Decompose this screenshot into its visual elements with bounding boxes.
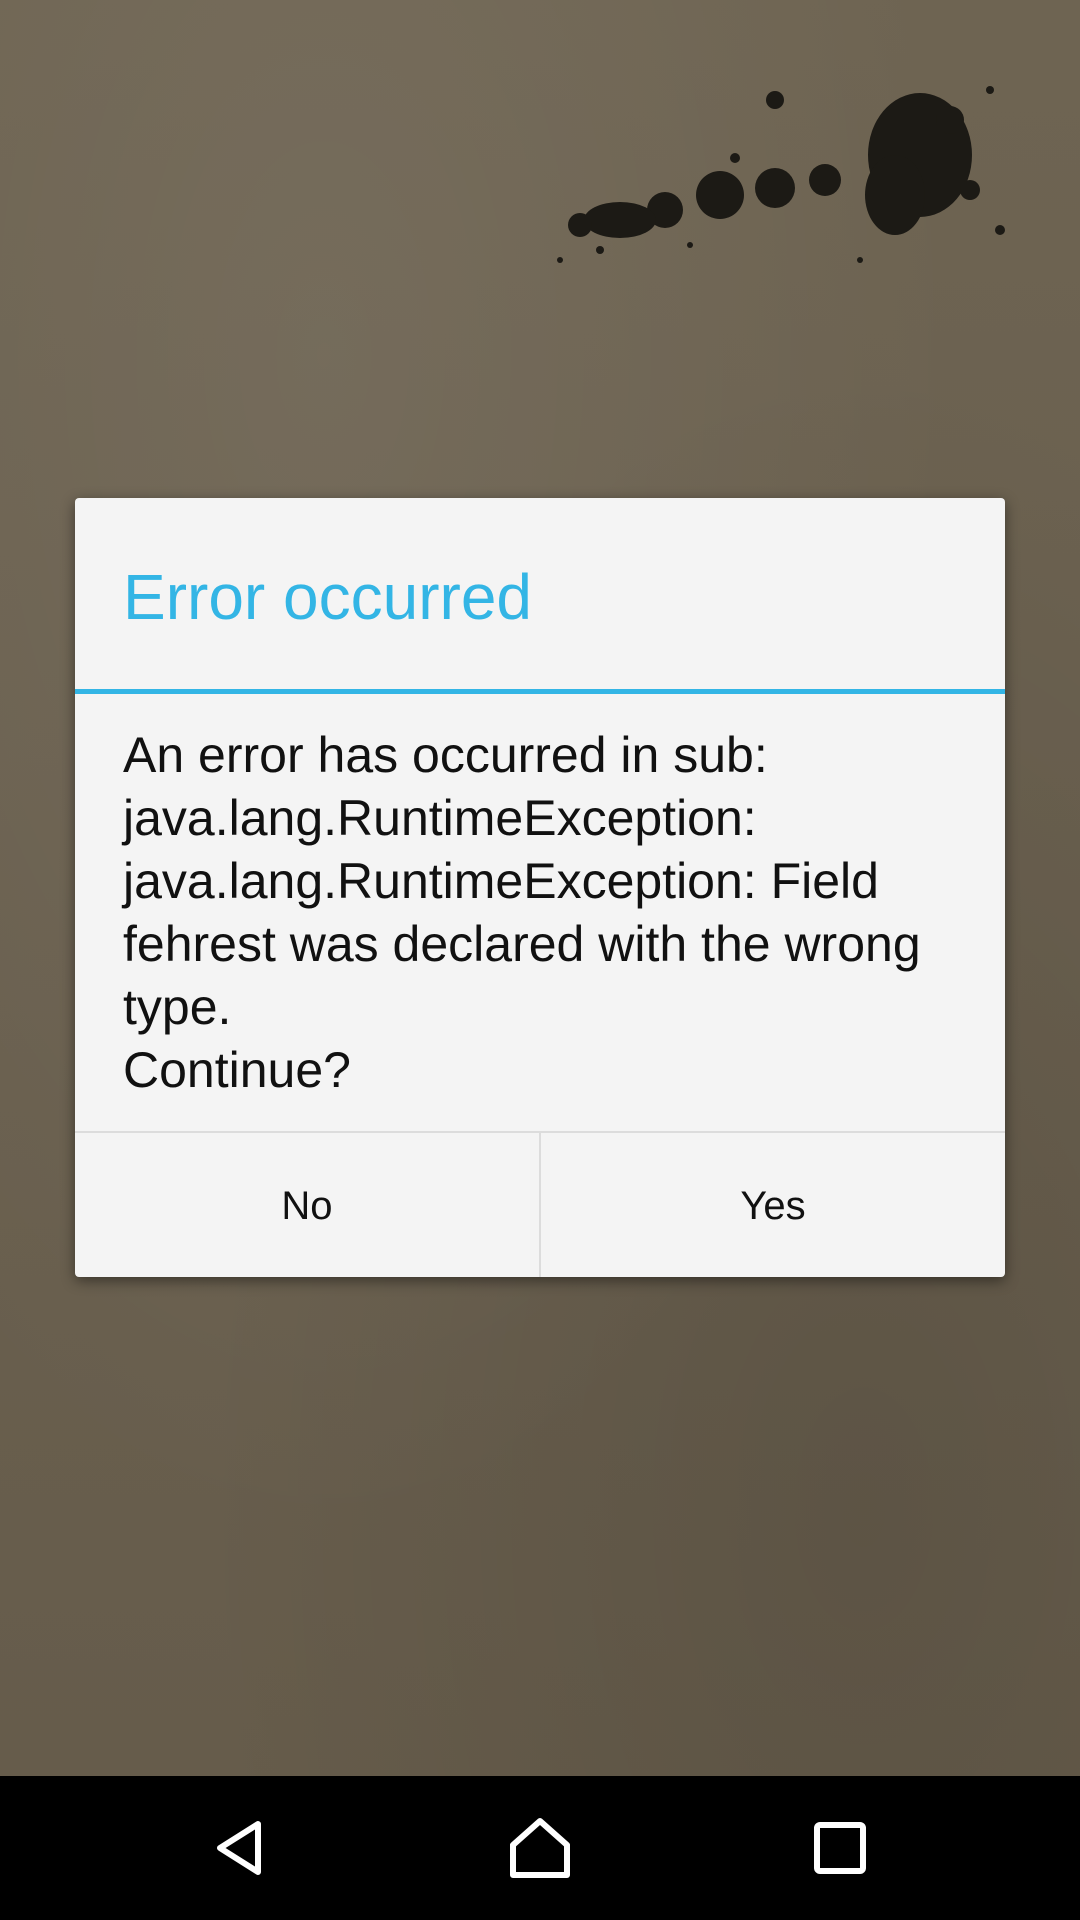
dialog-message: An error has occurred in sub: java.lang.… [123, 727, 921, 1098]
no-button[interactable]: No [75, 1133, 539, 1277]
title-divider [75, 689, 1005, 694]
back-icon [217, 1821, 261, 1875]
home-button[interactable] [460, 1776, 620, 1920]
error-dialog: Error occurred An error has occurred in … [75, 498, 1005, 1277]
dialog-title: Error occurred [123, 561, 532, 633]
yes-button[interactable]: Yes [541, 1133, 1005, 1277]
ink-splatter-decoration [557, 86, 1005, 263]
back-button[interactable] [160, 1776, 320, 1920]
recents-icon [814, 1822, 866, 1874]
home-icon [510, 1818, 570, 1878]
recents-button[interactable] [760, 1776, 920, 1920]
dialog-button-bar: No Yes [75, 1131, 1005, 1277]
navigation-bar [0, 1776, 1080, 1920]
